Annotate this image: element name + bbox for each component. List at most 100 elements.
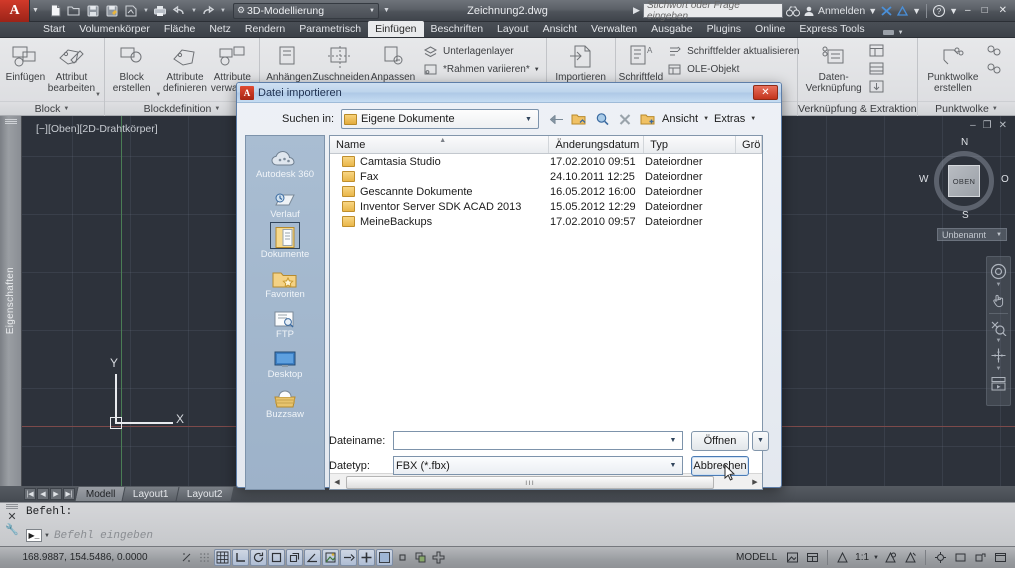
redo-caret-icon[interactable]: ▼ bbox=[219, 8, 227, 14]
polar-tracking-icon[interactable] bbox=[250, 549, 267, 566]
define-attribute-button[interactable]: Attribute definieren bbox=[161, 40, 208, 94]
selection-cycling-icon[interactable] bbox=[412, 549, 429, 566]
underlay-layers-button[interactable]: Unterlagenlayer bbox=[419, 43, 543, 60]
place-desktop[interactable]: Desktop bbox=[248, 342, 322, 381]
tab-einfuegen[interactable]: Einfügen bbox=[368, 21, 424, 37]
next-layout-button[interactable]: ▶ bbox=[50, 488, 62, 500]
layout-tab-layout1[interactable]: Layout1 bbox=[121, 487, 180, 501]
viewport-close-button[interactable]: ✕ bbox=[999, 120, 1007, 131]
place-ftp[interactable]: FTP bbox=[248, 302, 322, 341]
tab-plugins[interactable]: Plugins bbox=[700, 21, 748, 37]
last-layout-button[interactable]: ▶| bbox=[63, 488, 75, 500]
workspace-switcher[interactable]: ⚙ 3D-Modellierung ▼ bbox=[232, 2, 379, 19]
tab-start[interactable]: Start bbox=[36, 21, 72, 37]
insert-block-button[interactable]: Einfügen bbox=[3, 40, 48, 83]
tab-volumenkoerper[interactable]: Volumenkörper bbox=[72, 21, 157, 37]
place-verlauf[interactable]: Verlauf bbox=[248, 182, 322, 221]
chevron-down-icon[interactable]: ▼ bbox=[996, 232, 1002, 238]
sign-in-label[interactable]: Anmelden bbox=[818, 5, 865, 17]
command-grip-icon[interactable] bbox=[6, 504, 18, 509]
tab-express-tools[interactable]: Express Tools bbox=[792, 21, 871, 37]
tab-flaeche[interactable]: Fläche bbox=[157, 21, 203, 37]
ole-object-button[interactable]: OLE-Objekt bbox=[663, 61, 802, 78]
help-icon[interactable]: ? bbox=[932, 4, 946, 18]
search-web-button[interactable] bbox=[593, 110, 611, 128]
object-snap-tracking-icon[interactable] bbox=[304, 549, 321, 566]
tab-layout[interactable]: Layout bbox=[490, 21, 536, 37]
import-button[interactable]: Importieren bbox=[550, 40, 612, 83]
tab-ansicht[interactable]: Ansicht bbox=[536, 21, 584, 37]
grid-display-icon[interactable] bbox=[214, 549, 231, 566]
chevron-down-icon[interactable]: ▼ bbox=[44, 533, 50, 539]
plot-preview-icon[interactable] bbox=[123, 3, 140, 19]
properties-palette[interactable]: Eigenschaften bbox=[0, 116, 22, 486]
application-menu-caret-icon[interactable]: ▼ bbox=[32, 7, 39, 14]
coordinate-display[interactable]: 168.9887, 154.5486, 0.0000 bbox=[0, 552, 170, 563]
update-fields-button[interactable]: Schriftfelder aktualisieren bbox=[663, 43, 802, 60]
tab-netz[interactable]: Netz bbox=[202, 21, 238, 37]
chevron-down-icon[interactable]: ▼ bbox=[63, 106, 69, 112]
minimize-button[interactable]: – bbox=[961, 5, 975, 16]
infer-constraints-icon[interactable] bbox=[178, 549, 195, 566]
binoculars-icon[interactable] bbox=[785, 5, 800, 17]
viewport-minimize-button[interactable]: – bbox=[970, 120, 976, 131]
exchange-apps-icon[interactable] bbox=[880, 5, 893, 17]
view-cube-named-view-dropdown[interactable]: Unbenannt ▼ bbox=[937, 228, 1007, 241]
panel-title-verknuepfung[interactable]: Verknüpfung & Extraktion bbox=[797, 101, 917, 116]
create-new-folder-button[interactable] bbox=[639, 110, 657, 128]
compass-east-label[interactable]: O bbox=[1001, 174, 1009, 185]
look-in-combobox[interactable]: Eigene Dokumente ▼ bbox=[341, 109, 539, 129]
tab-parametrisch[interactable]: Parametrisch bbox=[292, 21, 368, 37]
command-input-placeholder[interactable]: Befehl eingeben bbox=[54, 530, 153, 542]
new-file-icon[interactable] bbox=[47, 3, 64, 19]
help-caret-icon[interactable]: ▼ bbox=[949, 6, 958, 16]
download-from-source-icon[interactable] bbox=[867, 78, 887, 95]
ribbon-display-options[interactable]: ▼ bbox=[882, 28, 904, 37]
isolate-objects-icon[interactable] bbox=[972, 549, 989, 566]
place-favoriten[interactable]: Favoriten bbox=[248, 262, 322, 301]
attach-button[interactable]: Anhängen bbox=[263, 40, 315, 83]
ortho-mode-icon[interactable] bbox=[232, 549, 249, 566]
steering-wheel-icon[interactable] bbox=[988, 261, 1009, 282]
command-input-row[interactable]: ▶_ ▼ Befehl eingeben bbox=[26, 527, 1011, 544]
viewport-label[interactable]: [−][Oben][2D-Drahtkörper] bbox=[36, 123, 158, 135]
open-split-caret-icon[interactable]: ▼ bbox=[752, 430, 769, 451]
data-link-button[interactable]: Daten- Verknüpfung bbox=[801, 40, 867, 94]
tools-menu[interactable]: Extras bbox=[714, 113, 745, 125]
panel-title-block[interactable]: Block ▼ bbox=[0, 101, 104, 116]
layout-tab-model[interactable]: Modell bbox=[74, 487, 126, 501]
views-menu[interactable]: Ansicht bbox=[662, 113, 698, 125]
palette-grip-icon[interactable] bbox=[5, 119, 17, 125]
adjust-button[interactable]: Anpassen bbox=[367, 40, 419, 83]
workspace-overflow-caret-icon[interactable]: ▼ bbox=[383, 7, 390, 14]
steering-wheel-caret-icon[interactable]: ▼ bbox=[996, 282, 1002, 288]
zoom-caret-icon[interactable]: ▼ bbox=[996, 338, 1002, 344]
command-prompt-icon[interactable]: ▶_ bbox=[26, 529, 42, 542]
maximize-button[interactable]: □ bbox=[978, 5, 992, 16]
undo-caret-icon[interactable]: ▼ bbox=[190, 8, 198, 14]
model-space-label[interactable]: MODELL bbox=[732, 552, 781, 563]
model-space-icon[interactable] bbox=[784, 549, 801, 566]
import-file-dialog[interactable]: A Datei importieren ✕ Suchen in: Eigene … bbox=[236, 82, 782, 490]
views-menu-caret-icon[interactable]: ▼ bbox=[703, 116, 709, 122]
layout-tab-layout2[interactable]: Layout2 bbox=[175, 487, 234, 501]
user-icon[interactable] bbox=[803, 5, 815, 17]
3d-object-snap-icon[interactable] bbox=[286, 549, 303, 566]
filetype-combobox[interactable]: FBX (*.fbx) ▼ bbox=[393, 456, 683, 475]
dialog-title-bar[interactable]: A Datei importieren ✕ bbox=[237, 83, 781, 103]
viewport-restore-button[interactable]: ❐ bbox=[983, 120, 992, 131]
transparency-icon[interactable] bbox=[376, 549, 393, 566]
tab-verwalten[interactable]: Verwalten bbox=[584, 21, 644, 37]
edit-attribute-button[interactable]: Attribut bearbeiten bbox=[48, 40, 95, 94]
first-layout-button[interactable]: |◀ bbox=[24, 488, 36, 500]
title-overflow-caret-icon[interactable]: ▶ bbox=[633, 5, 640, 16]
help-search-input[interactable]: Stichwort oder Frage eingeben bbox=[642, 0, 783, 22]
view-cube-face[interactable]: OBEN bbox=[948, 165, 980, 197]
up-one-level-button[interactable] bbox=[570, 110, 588, 128]
orbit-caret-icon[interactable]: ▼ bbox=[996, 366, 1002, 372]
place-buzzsaw[interactable]: Buzzsaw bbox=[248, 382, 322, 421]
dynamic-ucs-icon[interactable] bbox=[322, 549, 339, 566]
annotation-visibility-icon[interactable] bbox=[882, 549, 899, 566]
zoom-icon[interactable] bbox=[988, 317, 1009, 338]
create-block-button[interactable]: Block erstellen bbox=[108, 40, 155, 94]
